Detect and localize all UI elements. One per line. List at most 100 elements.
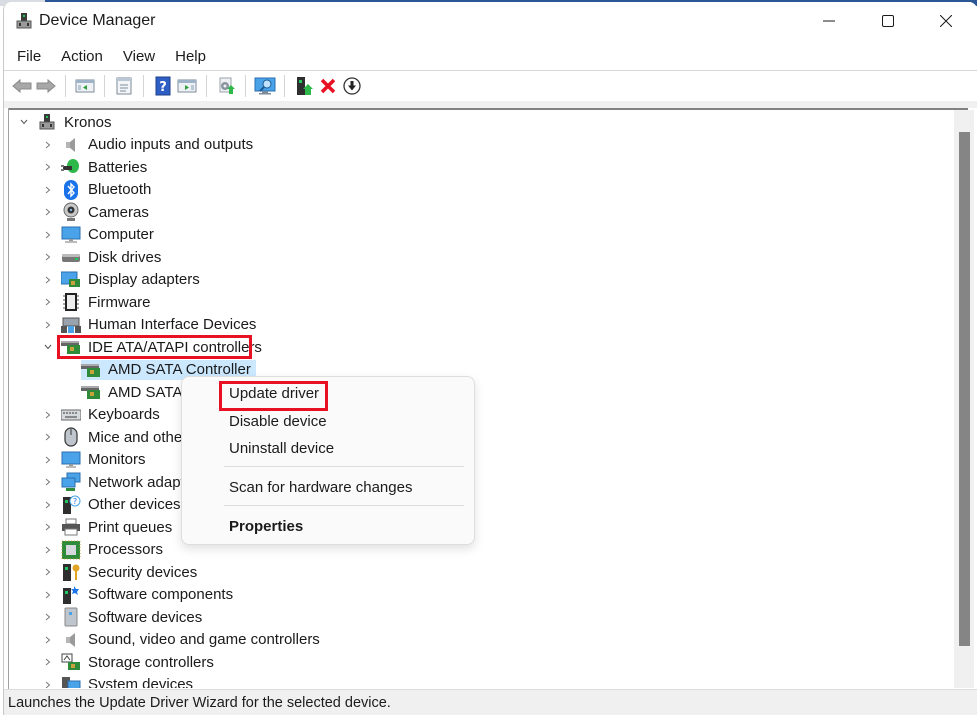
chevron-right-icon[interactable] [41, 520, 55, 534]
forward-button[interactable] [34, 75, 57, 98]
storage-controller-icon [61, 652, 81, 672]
menu-action[interactable]: Action [53, 48, 111, 65]
chevron-right-icon[interactable] [41, 250, 55, 264]
ctx-update-driver[interactable]: Update driver [229, 385, 319, 402]
chevron-right-icon[interactable] [41, 183, 55, 197]
chevron-right-icon[interactable] [41, 228, 55, 242]
tree-item-content[interactable]: Print queues [61, 517, 177, 537]
tree-category-item[interactable]: Software components [41, 584, 238, 606]
scan-hardware-button[interactable] [253, 75, 276, 98]
tree-category-item[interactable]: Processors [41, 539, 168, 561]
tree-category-item[interactable]: Display adapters [41, 269, 205, 291]
ctx-disable-device[interactable]: Disable device [229, 413, 327, 430]
chevron-right-icon[interactable] [41, 543, 55, 557]
tree-category-item[interactable]: Software devices [41, 606, 207, 628]
tree-item-content[interactable]: Keyboards [61, 405, 165, 425]
tree-item-content[interactable]: Human Interface Devices [61, 315, 261, 335]
chevron-right-icon[interactable] [41, 475, 55, 489]
uninstall-device-button[interactable] [316, 75, 339, 98]
chevron-right-icon[interactable] [41, 655, 55, 669]
chevron-right-icon[interactable] [41, 205, 55, 219]
tree-item-content[interactable]: Display adapters [61, 270, 205, 290]
ctx-uninstall-device[interactable]: Uninstall device [229, 440, 334, 457]
tree-category-item[interactable]: Storage controllers [41, 651, 219, 673]
tree-category-item[interactable]: Keyboards [41, 404, 165, 426]
tree-item-content[interactable]: Processors [61, 540, 168, 560]
tree-item-content[interactable]: IDE ATA/ATAPI controllers [61, 337, 267, 357]
maximize-button[interactable] [858, 2, 918, 40]
tree-category-item[interactable]: System devices [41, 674, 198, 689]
tree-category-item[interactable]: Firmware [41, 291, 156, 313]
menu-help[interactable]: Help [167, 48, 214, 65]
tree-item-content[interactable]: System devices [61, 675, 198, 688]
chevron-right-icon[interactable] [41, 273, 55, 287]
show-action-pane-button[interactable] [175, 75, 198, 98]
vertical-scrollbar[interactable] [954, 110, 974, 688]
menu-file[interactable]: File [9, 48, 49, 65]
chevron-right-icon[interactable] [41, 588, 55, 602]
tree-item-content[interactable]: Batteries [61, 157, 152, 177]
tree-category-item[interactable]: Disk drives [41, 246, 166, 268]
tree-category-item[interactable]: Audio inputs and outputs [41, 134, 258, 156]
chevron-right-icon[interactable] [41, 453, 55, 467]
window-title: Device Manager [39, 12, 156, 29]
tree-item-content[interactable]: Audio inputs and outputs [61, 135, 258, 155]
tree-item-content[interactable]: Sound, video and game controllers [61, 630, 325, 650]
tree-category-item[interactable]: Security devices [41, 561, 202, 583]
tree-item-content[interactable]: Storage controllers [61, 652, 219, 672]
close-button[interactable] [916, 2, 976, 40]
chevron-down-icon[interactable] [41, 340, 55, 354]
tree-category-item[interactable]: Sound, video and game controllers [41, 629, 325, 651]
tree-item-content[interactable]: Bluetooth [61, 179, 156, 200]
device-tree: Kronos Audio inputs and outputs Batteries… [9, 110, 954, 688]
tree-item-content[interactable]: Firmware [61, 292, 156, 312]
chevron-right-icon[interactable] [41, 318, 55, 332]
chevron-right-icon[interactable] [41, 498, 55, 512]
chevron-right-icon[interactable] [41, 138, 55, 152]
tree-item-content[interactable]: Software components [61, 585, 238, 605]
title-bar[interactable]: Device Manager [4, 2, 977, 40]
chevron-right-icon[interactable] [41, 565, 55, 579]
tree-category-item[interactable]: Bluetooth [41, 179, 156, 201]
tree-category-item[interactable]: Batteries [41, 156, 152, 178]
tree-item-content[interactable]: Monitors [61, 450, 151, 470]
chevron-right-icon[interactable] [41, 295, 55, 309]
menu-view[interactable]: View [115, 48, 163, 65]
properties-button[interactable] [112, 75, 135, 98]
chevron-right-icon[interactable] [41, 678, 55, 689]
tree-item-content[interactable]: Computer [61, 225, 159, 245]
tree-category-item[interactable]: Cameras [41, 201, 154, 223]
tree-item-content[interactable]: Software devices [61, 607, 207, 627]
update-driver-button[interactable] [214, 75, 237, 98]
tree-category-item[interactable]: IDE ATA/ATAPI controllers [41, 336, 267, 358]
tree-item-content[interactable]: Disk drives [61, 247, 166, 267]
chevron-right-icon[interactable] [41, 633, 55, 647]
tree-item-content[interactable]: ? Other devices [61, 495, 186, 515]
disable-device-button[interactable] [340, 75, 363, 98]
chevron-right-icon[interactable] [41, 160, 55, 174]
show-hide-console-tree-button[interactable] [73, 75, 96, 98]
tree-category-item[interactable]: Print queues [41, 516, 177, 538]
ctx-properties[interactable]: Properties [229, 518, 303, 535]
ctx-separator [224, 505, 464, 506]
chevron-right-icon[interactable] [41, 408, 55, 422]
toolbar-separator [206, 75, 207, 97]
ctx-scan-hardware[interactable]: Scan for hardware changes [229, 479, 412, 496]
minimize-button[interactable] [799, 2, 859, 40]
tree-category-item[interactable]: Human Interface Devices [41, 314, 261, 336]
enable-device-button[interactable] [292, 75, 315, 98]
toolbar-divider [4, 101, 977, 108]
chevron-down-icon[interactable] [17, 115, 31, 129]
help-button[interactable]: ? [151, 75, 174, 98]
tree-item-label: Batteries [88, 158, 148, 176]
chevron-right-icon[interactable] [41, 610, 55, 624]
tree-category-item[interactable]: Monitors [41, 449, 151, 471]
back-button[interactable] [10, 75, 33, 98]
tree-item-content[interactable]: Cameras [61, 202, 154, 222]
chevron-right-icon[interactable] [41, 430, 55, 444]
tree-category-item[interactable]: Computer [41, 224, 159, 246]
scrollbar-thumb[interactable] [959, 132, 970, 646]
tree-root-kronos[interactable]: Kronos [17, 111, 114, 133]
tree-item-content[interactable]: Security devices [61, 562, 202, 582]
tree-category-item[interactable]: ? Other devices [41, 494, 186, 516]
